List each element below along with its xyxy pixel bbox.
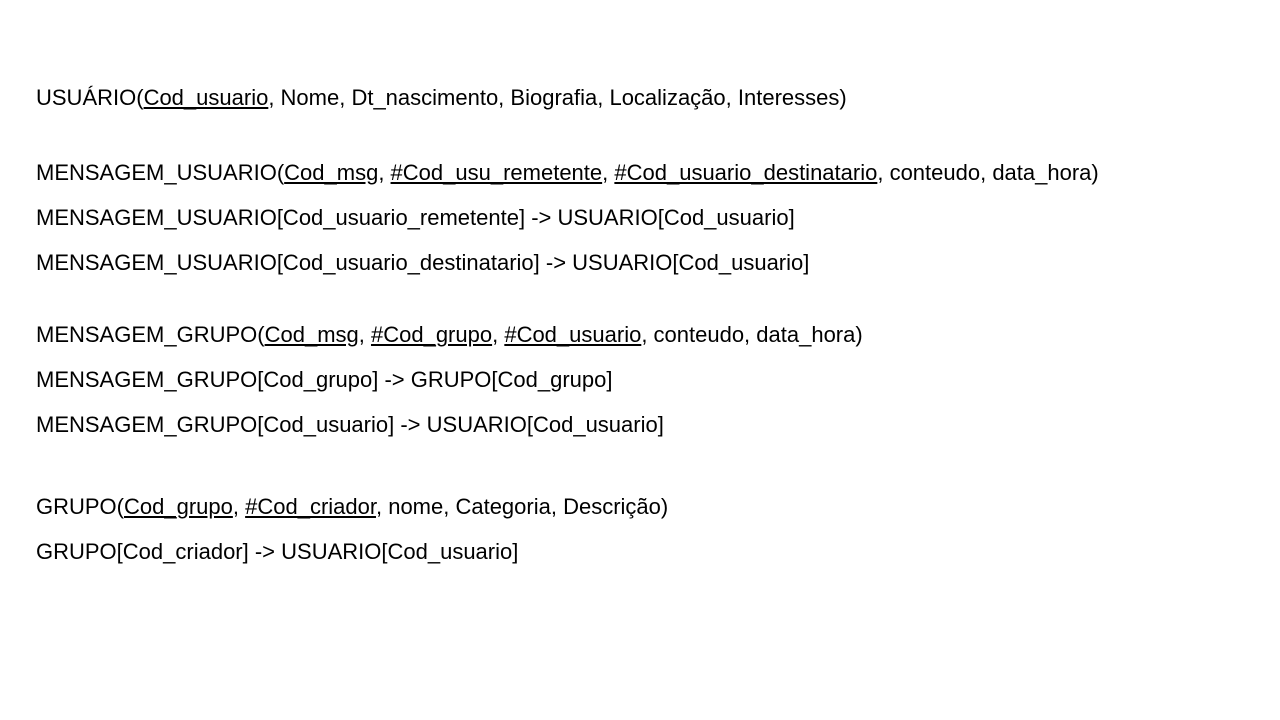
attributes: , Nome, Dt_nascimento, Biografia, Locali… <box>268 85 847 110</box>
relation-grupo: GRUPO(Cod_grupo, #Cod_criador, nome, Cat… <box>36 494 668 520</box>
separator: , <box>492 322 505 347</box>
primary-key: Cod_usuario <box>143 85 269 110</box>
separator: , <box>232 494 246 519</box>
foreign-key-criador: #Cod_criador <box>245 494 376 519</box>
foreign-key-destinatario: #Cod_usuario_destinatario <box>614 160 878 185</box>
separator: , <box>358 322 371 347</box>
fk-reference-criador: GRUPO[Cod_criador] -> USUARIO[Cod_usuari… <box>36 539 519 564</box>
relation-usuario: USUÁRIO(Cod_usuario, Nome, Dt_nascimento… <box>36 85 847 111</box>
relation-mensagem-usuario: MENSAGEM_USUARIO(Cod_msg, #Cod_usu_remet… <box>36 160 1099 186</box>
fk-reference-usuario: MENSAGEM_GRUPO[Cod_usuario] -> USUARIO[C… <box>36 412 664 437</box>
primary-key: Cod_grupo <box>124 494 233 519</box>
relation-name: USUÁRIO( <box>36 85 144 110</box>
relation-name: MENSAGEM_GRUPO( <box>36 322 265 347</box>
attributes: , nome, Categoria, Descrição) <box>375 494 669 519</box>
fk-reference-remetente: MENSAGEM_USUARIO[Cod_usuario_remetente] … <box>36 205 795 230</box>
fk-reference-grupo: MENSAGEM_GRUPO[Cod_grupo] -> GRUPO[Cod_g… <box>36 367 613 392</box>
primary-key: Cod_msg <box>264 322 359 347</box>
relation-name: GRUPO( <box>36 494 124 519</box>
foreign-key-grupo: #Cod_grupo <box>370 322 493 347</box>
primary-key: Cod_msg <box>284 160 379 185</box>
separator: , <box>602 160 615 185</box>
attributes: , conteudo, data_hora) <box>877 160 1099 185</box>
relation-mensagem-grupo: MENSAGEM_GRUPO(Cod_msg, #Cod_grupo, #Cod… <box>36 322 863 348</box>
foreign-key-usuario: #Cod_usuario <box>504 322 642 347</box>
separator: , <box>378 160 391 185</box>
foreign-key-remetente: #Cod_usu_remetente <box>390 160 603 185</box>
relation-name: MENSAGEM_USUARIO( <box>36 160 285 185</box>
fk-reference-destinatario: MENSAGEM_USUARIO[Cod_usuario_destinatari… <box>36 250 810 275</box>
attributes: , conteudo, data_hora) <box>641 322 863 347</box>
